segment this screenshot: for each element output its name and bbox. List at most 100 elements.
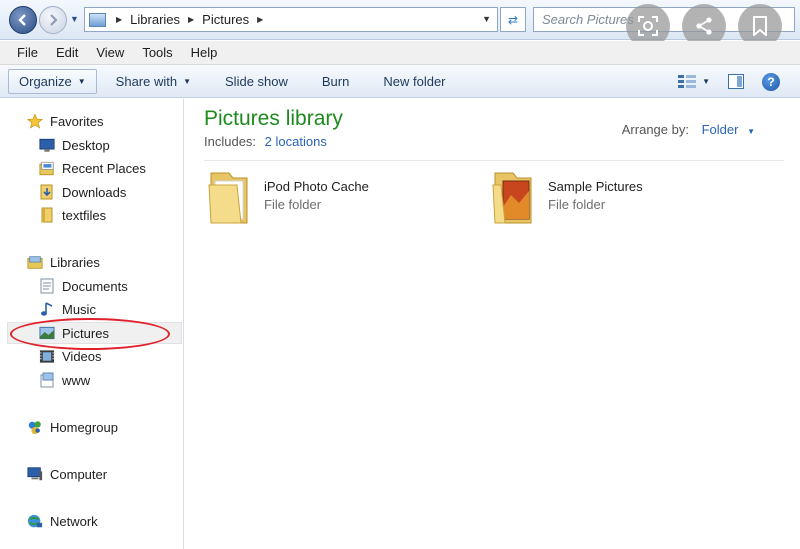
chevron-down-icon: ▼	[77, 76, 86, 86]
forward-button[interactable]	[39, 6, 67, 34]
menu-bar: File Edit View Tools Help	[0, 41, 800, 65]
nav-item-recent-places[interactable]: Recent Places	[39, 157, 146, 179]
nav-item-homegroup[interactable]: Homegroup	[27, 416, 118, 438]
back-arrow-icon	[18, 14, 26, 26]
recent-pages-dropdown-icon[interactable]: ▼	[70, 14, 79, 24]
share-with-label: Share with	[115, 73, 178, 89]
search-placeholder: Search Pictures	[542, 12, 634, 27]
slide-show-label: Slide show	[225, 73, 288, 89]
library-title: Pictures library	[204, 107, 343, 130]
burn-button[interactable]: Burn	[305, 74, 366, 89]
preview-pane-icon[interactable]	[728, 74, 744, 89]
star-icon	[27, 112, 43, 129]
share-with-button[interactable]: Share with ▼	[99, 74, 208, 89]
nav-item-desktop[interactable]: Desktop	[39, 134, 110, 156]
menu-edit[interactable]: Edit	[47, 45, 87, 60]
homegroup-icon	[27, 419, 43, 435]
folder-item-sample-pictures[interactable]: Sample Pictures File folder	[491, 169, 643, 229]
new-folder-label: New folder	[383, 73, 446, 89]
burn-label: Burn	[321, 73, 350, 89]
refresh-icon: ⇄	[507, 12, 519, 27]
nav-label: Favorites	[50, 113, 104, 129]
chevron-right-icon[interactable]: ▶	[116, 15, 122, 24]
arrange-by-value[interactable]: Folder	[702, 122, 739, 137]
folder-icon	[39, 207, 55, 223]
libraries-icon	[27, 254, 43, 270]
pictures-folder-icon	[492, 172, 532, 224]
nav-label: Recent Places	[62, 160, 146, 176]
red-circle-annotation	[10, 318, 170, 350]
back-button[interactable]	[9, 6, 37, 34]
view-options-dropdown-icon[interactable]: ▼	[702, 77, 710, 86]
nav-label: Libraries	[50, 254, 100, 270]
library-includes: Includes: 2 locations	[204, 134, 327, 149]
network-icon	[27, 513, 43, 529]
chevron-down-icon[interactable]: ▼	[747, 127, 755, 136]
library-icon	[89, 12, 106, 27]
bookmark-icon	[753, 16, 767, 36]
slide-show-button[interactable]: Slide show	[208, 74, 305, 89]
computer-icon	[27, 466, 43, 482]
recent-places-icon	[39, 160, 55, 176]
arrange-by-control[interactable]: Arrange by: Folder ▼	[622, 122, 755, 137]
documents-icon	[39, 278, 55, 294]
nav-label: Documents	[62, 278, 128, 294]
nav-label: textfiles	[62, 207, 107, 223]
nav-item-network[interactable]: Network	[27, 510, 98, 532]
folder-type: File folder	[548, 197, 606, 212]
nav-label: www	[62, 372, 91, 388]
menu-file[interactable]: File	[8, 45, 47, 60]
library-folder-icon	[39, 372, 55, 388]
desktop-icon	[39, 137, 55, 153]
nav-item-computer[interactable]: Computer	[27, 463, 107, 485]
chevron-right-icon[interactable]: ▶	[257, 15, 263, 24]
new-folder-button[interactable]: New folder	[366, 74, 462, 89]
videos-icon	[39, 348, 55, 364]
locations-link[interactable]: 2 locations	[265, 134, 327, 149]
nav-label: Music	[62, 301, 96, 317]
menu-tools[interactable]: Tools	[133, 45, 181, 60]
breadcrumb-libraries[interactable]: Libraries	[130, 12, 180, 27]
nav-label: Downloads	[62, 184, 127, 200]
chevron-right-icon[interactable]: ▶	[188, 15, 194, 24]
breadcrumb-pictures[interactable]: Pictures	[202, 12, 249, 27]
nav-label: Videos	[62, 348, 102, 364]
address-bar: ▼ ▶ Libraries ▶ Pictures ▶ ▼ ⇄ Search Pi…	[0, 0, 800, 48]
organize-label: Organize	[19, 73, 72, 89]
chevron-down-icon: ▼	[183, 76, 192, 86]
nav-item-music[interactable]: Music	[39, 298, 96, 320]
help-icon[interactable]: ?	[762, 72, 780, 91]
folder-type: File folder	[264, 197, 322, 212]
forward-arrow-icon	[50, 14, 58, 26]
includes-label: Includes:	[204, 134, 257, 149]
folder-name: Sample Pictures	[548, 179, 643, 194]
nav-label: Network	[50, 513, 98, 529]
organize-button[interactable]: Organize ▼	[8, 68, 97, 94]
folder-icon	[208, 172, 248, 224]
downloads-folder-icon	[39, 184, 55, 200]
menu-help[interactable]: Help	[182, 45, 227, 60]
navigation-pane: Favorites Desktop Recent Places Download…	[0, 99, 184, 549]
arrange-by-label: Arrange by:	[621, 122, 689, 137]
breadcrumb[interactable]: ▶ Libraries ▶ Pictures ▶ ▼	[84, 7, 498, 32]
nav-item-libraries[interactable]: Libraries	[27, 251, 100, 273]
nav-label: Desktop	[62, 137, 110, 153]
folder-name: iPod Photo Cache	[264, 179, 369, 194]
share-icon	[696, 17, 712, 35]
address-history-dropdown-icon[interactable]: ▼	[482, 14, 491, 24]
content-pane: Pictures library Includes: 2 locations A…	[185, 99, 800, 549]
refresh-button[interactable]: ⇄	[500, 7, 526, 32]
divider	[204, 160, 784, 161]
change-view-icon[interactable]	[678, 74, 697, 89]
nav-label: Homegroup	[50, 419, 118, 435]
menu-view[interactable]: View	[87, 45, 133, 60]
nav-item-favorites[interactable]: Favorites	[27, 110, 103, 132]
folder-item-ipod-photo-cache[interactable]: iPod Photo Cache File folder	[207, 169, 369, 229]
nav-label: Computer	[50, 466, 108, 482]
nav-item-www[interactable]: www	[39, 369, 90, 391]
music-icon	[39, 301, 55, 317]
command-bar: Organize ▼ Share with ▼ Slide show Burn …	[0, 65, 800, 98]
nav-item-documents[interactable]: Documents	[39, 275, 128, 297]
nav-item-textfiles[interactable]: textfiles	[39, 204, 106, 226]
nav-item-downloads[interactable]: Downloads	[39, 181, 126, 203]
